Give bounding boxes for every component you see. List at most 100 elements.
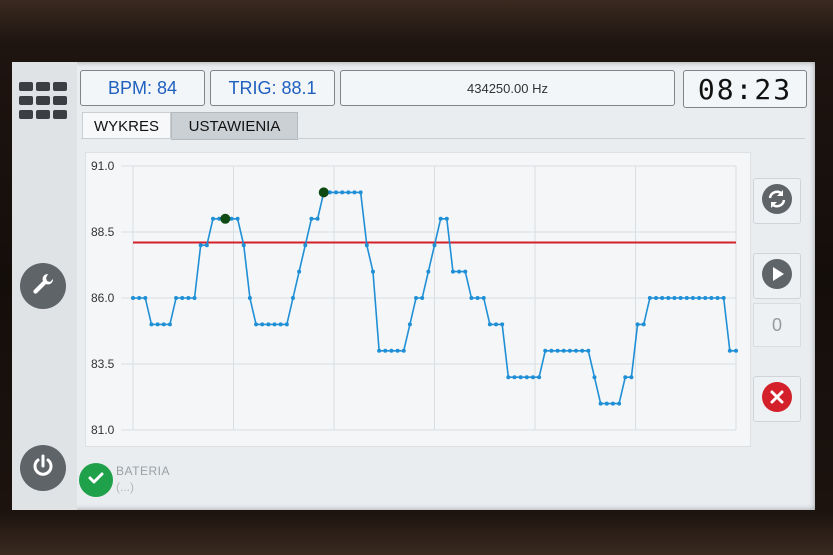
data-point xyxy=(709,296,714,300)
data-point xyxy=(364,243,369,248)
close-icon xyxy=(761,381,793,418)
data-point xyxy=(494,322,499,327)
data-point xyxy=(370,269,375,274)
device-screen: BPM: 84 TRIG: 88.1 434250.00 Hz 08:23 WY… xyxy=(12,62,815,510)
data-point xyxy=(377,348,382,353)
data-point xyxy=(297,269,302,274)
bpm-display: BPM: 84 xyxy=(80,70,205,106)
wrench-icon xyxy=(30,271,56,302)
tab-ustawienia[interactable]: USTAWIENIA xyxy=(171,112,298,140)
battery-value: (...) xyxy=(116,480,134,494)
data-point xyxy=(174,296,179,300)
data-point xyxy=(137,296,142,300)
data-point xyxy=(660,296,665,300)
refresh-button[interactable] xyxy=(753,178,801,224)
data-point xyxy=(309,216,314,221)
data-point xyxy=(690,296,695,300)
data-point xyxy=(266,322,271,327)
data-point xyxy=(543,348,548,353)
data-point xyxy=(629,375,634,380)
data-point xyxy=(697,296,702,300)
frequency-chart: 91.0 88.5 86.0 83.5 81.0 xyxy=(91,159,738,437)
data-point xyxy=(426,269,431,274)
data-point xyxy=(617,401,622,406)
check-icon xyxy=(86,468,106,493)
peak-marker xyxy=(318,187,329,198)
data-point xyxy=(210,216,215,221)
tab-divider xyxy=(81,138,805,139)
data-point xyxy=(401,348,406,353)
settings-button[interactable] xyxy=(20,263,66,309)
data-point xyxy=(672,296,677,300)
data-point xyxy=(198,243,203,248)
data-point xyxy=(241,243,246,248)
data-point xyxy=(549,348,554,353)
data-point xyxy=(180,296,185,300)
play-icon xyxy=(761,258,793,295)
frequency-display[interactable]: 434250.00 Hz xyxy=(340,70,675,106)
data-point xyxy=(143,296,148,300)
data-point xyxy=(272,322,277,327)
data-point xyxy=(131,296,135,300)
data-point xyxy=(149,322,154,327)
data-point xyxy=(635,322,640,327)
data-point xyxy=(586,348,591,353)
data-point xyxy=(500,322,505,327)
y-tick-label: 91.0 xyxy=(91,159,115,173)
data-point xyxy=(734,348,738,353)
data-point xyxy=(721,296,726,300)
data-point xyxy=(254,322,259,327)
data-point xyxy=(715,296,720,300)
data-point xyxy=(444,216,449,221)
data-point xyxy=(727,348,732,353)
refresh-icon xyxy=(761,183,793,220)
counter-display: 0 xyxy=(753,303,801,347)
data-point xyxy=(315,216,320,221)
data-point xyxy=(567,348,572,353)
data-point xyxy=(555,348,560,353)
data-point xyxy=(654,296,659,300)
data-point xyxy=(580,348,585,353)
data-point xyxy=(161,322,166,327)
data-point xyxy=(561,348,566,353)
data-point xyxy=(481,296,486,300)
data-point xyxy=(592,375,597,380)
data-point xyxy=(678,296,683,300)
data-point xyxy=(247,296,252,300)
data-point xyxy=(352,190,357,195)
data-point xyxy=(167,322,172,327)
y-tick-label: 88.5 xyxy=(91,225,115,239)
tab-wykres[interactable]: WYKRES xyxy=(82,112,171,139)
data-point xyxy=(475,296,480,300)
data-point xyxy=(506,375,511,380)
trigger-display: TRIG: 88.1 xyxy=(210,70,335,106)
data-point xyxy=(290,296,295,300)
battery-status-button[interactable] xyxy=(79,463,113,497)
y-tick-label: 83.5 xyxy=(91,357,115,371)
data-point xyxy=(641,322,646,327)
data-point xyxy=(524,375,529,380)
data-point xyxy=(530,375,535,380)
data-point xyxy=(235,216,240,221)
data-point xyxy=(518,375,523,380)
peak-marker xyxy=(220,213,231,224)
data-point xyxy=(407,322,412,327)
data-point xyxy=(537,375,542,380)
data-point xyxy=(260,322,265,327)
data-point xyxy=(395,348,400,353)
data-point xyxy=(684,296,689,300)
close-button[interactable] xyxy=(753,376,801,422)
chart-panel: 91.0 88.5 86.0 83.5 81.0 xyxy=(85,152,751,447)
battery-label: BATERIA xyxy=(116,464,170,478)
left-sidebar xyxy=(12,62,77,510)
data-point xyxy=(186,296,191,300)
data-point xyxy=(574,348,579,353)
grid-menu-icon[interactable] xyxy=(19,82,67,120)
data-point xyxy=(204,243,209,248)
data-point xyxy=(487,322,492,327)
play-button[interactable] xyxy=(753,253,801,299)
data-point xyxy=(604,401,609,406)
data-point xyxy=(432,243,437,248)
power-button[interactable] xyxy=(20,445,66,491)
data-point xyxy=(383,348,388,353)
